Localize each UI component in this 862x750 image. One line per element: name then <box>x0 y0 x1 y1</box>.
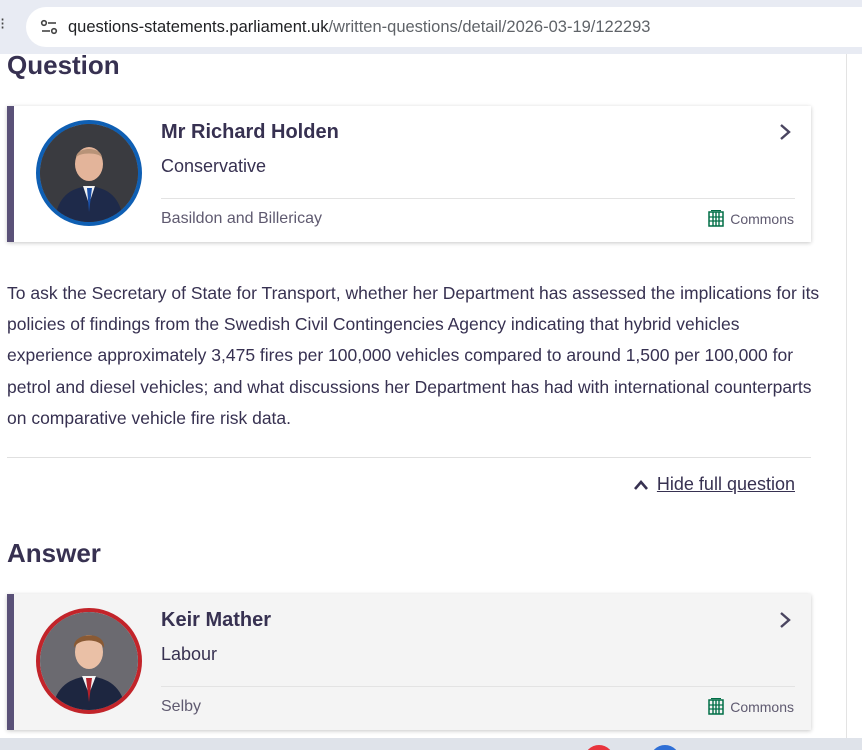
question-heading: Question <box>7 54 120 80</box>
answer-member-card[interactable]: Keir Mather Labour Selby Commons <box>7 594 811 730</box>
member-constituency: Selby <box>161 698 202 715</box>
member-party: Conservative <box>161 156 267 176</box>
edge-icon: ⁝ <box>0 16 6 33</box>
url-field[interactable]: questions-statements.parliament.uk/writt… <box>26 7 862 47</box>
member-name[interactable]: Keir Mather <box>161 609 271 632</box>
member-portrait <box>36 120 142 226</box>
browser-address-bar: ⁝ questions-statements.parliament.uk/wri… <box>0 0 862 54</box>
answer-heading: Answer <box>7 538 101 568</box>
question-member-card[interactable]: Mr Richard Holden Conservative Basildon … <box>7 106 811 242</box>
member-name[interactable]: Mr Richard Holden <box>161 121 339 144</box>
house-label: Commons <box>730 211 794 227</box>
house-tag: Commons <box>708 698 794 716</box>
chevron-right-icon[interactable] <box>775 610 795 630</box>
page-content: Question Mr Richard Holden Conservative … <box>0 54 846 738</box>
chevron-up-icon <box>633 479 648 490</box>
question-text: To ask the Secretary of State for Transp… <box>7 283 820 428</box>
chevron-right-icon[interactable] <box>775 122 795 142</box>
member-constituency: Basildon and Billericay <box>161 210 322 227</box>
portcullis-icon <box>708 698 724 715</box>
bottom-taskbar <box>0 738 862 750</box>
url-host: questions-statements.parliament.uk <box>68 17 329 36</box>
hide-full-question-label: Hide full question <box>656 474 795 494</box>
card-divider <box>161 686 795 687</box>
card-divider <box>161 198 795 199</box>
house-label: Commons <box>730 699 794 715</box>
scrollbar[interactable] <box>846 54 862 738</box>
member-portrait <box>36 608 142 714</box>
portcullis-icon <box>708 210 724 227</box>
member-party: Labour <box>161 644 218 664</box>
section-divider <box>7 457 811 458</box>
url-text: questions-statements.parliament.uk/writt… <box>68 18 650 37</box>
site-settings-icon[interactable] <box>36 14 62 40</box>
url-path: /written-questions/detail/2026-03-19/122… <box>328 17 651 36</box>
hide-full-question-link[interactable]: Hide full question <box>633 474 795 495</box>
house-tag: Commons <box>708 210 794 228</box>
